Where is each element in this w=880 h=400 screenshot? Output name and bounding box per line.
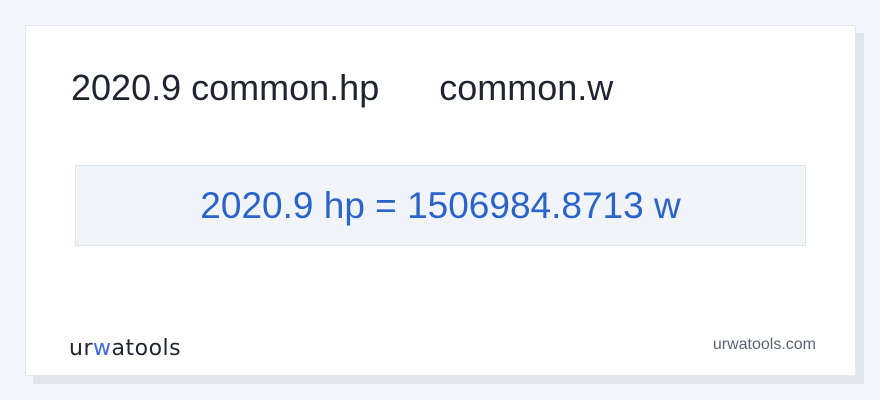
to-unit: common.w [439, 67, 614, 108]
urwatools-logo[interactable]: urwatools [69, 335, 181, 363]
conversion-heading: 2020.9 common.hp common.w [71, 65, 613, 111]
logo-accent-letter: w [93, 336, 112, 361]
converter-widget: 2020.9 common.hp common.w 2020.9 hp = 150… [0, 0, 880, 400]
result-box: 2020.9 hp = 1506984.8713 w [75, 165, 806, 246]
from-value: 2020.9 [71, 67, 182, 108]
site-link[interactable]: urwatools.com [713, 335, 816, 355]
from-unit: common.hp [191, 67, 380, 108]
logo-text-end: atools [111, 336, 182, 361]
logo-text-start: ur [69, 336, 93, 361]
conversion-card: 2020.9 common.hp common.w 2020.9 hp = 150… [25, 25, 856, 376]
result-text: 2020.9 hp = 1506984.8713 w [200, 184, 681, 226]
